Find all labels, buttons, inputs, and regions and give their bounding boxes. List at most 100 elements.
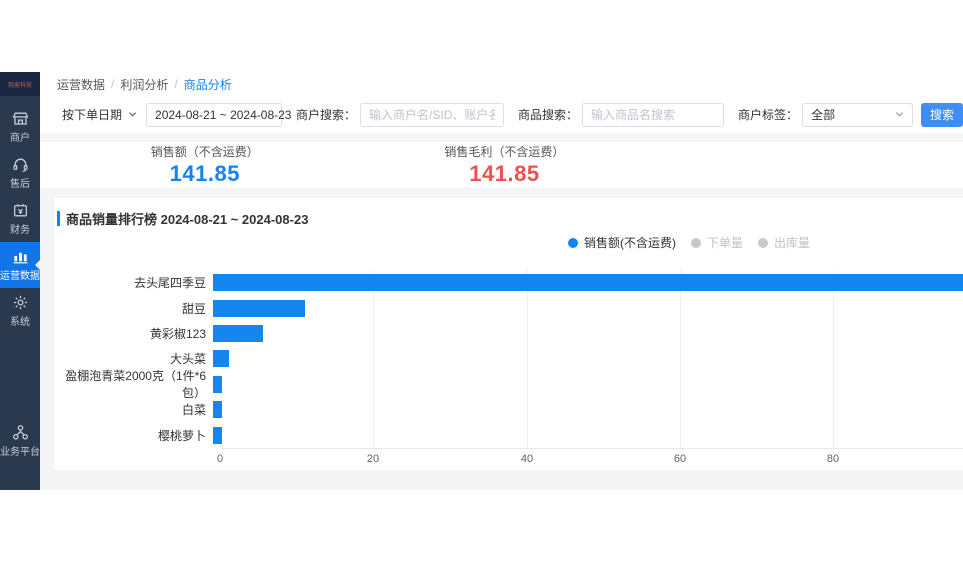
sidebar-item-merchant[interactable]: 商户 xyxy=(0,104,40,150)
chevron-down-icon xyxy=(895,110,904,119)
chart-row: 甜豆 xyxy=(55,295,963,320)
product-search-input[interactable] xyxy=(591,108,715,122)
chart-title-text: 商品销量排行榜 2024-08-21 ~ 2024-08-23 xyxy=(66,209,308,228)
bar-track xyxy=(213,274,963,291)
legend-item[interactable]: 出库量 xyxy=(758,234,810,251)
main-content: 运营数据 / 利润分析 / 商品分析 按下单日期 2024-08-21 ~ 20… xyxy=(40,72,963,490)
breadcrumb: 运营数据 / 利润分析 / 商品分析 xyxy=(40,72,963,96)
date-range-picker[interactable]: 2024-08-21 ~ 2024-08-23 xyxy=(146,103,282,127)
stats-panel: 销售额（不含运费） 141.85 销售毛利（不含运费） 141.85 xyxy=(40,142,963,188)
legend-dot-icon xyxy=(758,238,768,248)
x-tick-label: 40 xyxy=(521,453,533,465)
headset-icon xyxy=(12,156,29,179)
sidebar-nav: 商户 售后 财务 运营数据 系统 xyxy=(0,96,40,334)
app-logo: 观麦科技 xyxy=(0,72,40,96)
category-label: 大头菜 xyxy=(55,350,213,367)
bar-chart-plot: 去头尾四季豆甜豆黄彩椒123大头菜盈棚泡青菜2000克（1件*6包）白菜樱桃萝卜… xyxy=(55,270,963,468)
date-type-label: 按下单日期 xyxy=(62,106,122,123)
bar[interactable] xyxy=(213,376,222,393)
bar-track xyxy=(213,401,963,418)
sidebar-item-system[interactable]: 系统 xyxy=(0,288,40,334)
legend-item[interactable]: 下单量 xyxy=(691,234,743,251)
title-accent-bar xyxy=(57,211,60,226)
bar[interactable] xyxy=(213,401,222,418)
category-label: 去头尾四季豆 xyxy=(55,274,213,291)
product-ranking-chart-card: 商品销量排行榜 2024-08-21 ~ 2024-08-23 销售额(不含运费… xyxy=(55,198,963,470)
filter-bar: 按下单日期 2024-08-21 ~ 2024-08-23 商户搜索： 商品搜索… xyxy=(40,96,963,133)
stat-gross-profit: 销售毛利（不含运费） 141.85 xyxy=(355,142,655,188)
sidebar: 观麦科技 商户 售后 财务 运营数据 系统 xyxy=(0,72,40,490)
category-label: 白菜 xyxy=(55,401,213,418)
org-icon xyxy=(12,424,29,447)
merchant-tag-select[interactable]: 全部 xyxy=(802,103,913,127)
bar-track xyxy=(213,350,963,367)
bar-track xyxy=(213,427,963,444)
legend-item[interactable]: 销售额(不含运费) xyxy=(568,234,676,251)
sidebar-item-finance[interactable]: 财务 xyxy=(0,196,40,242)
bar[interactable] xyxy=(213,300,305,317)
sidebar-item-aftersales[interactable]: 售后 xyxy=(0,150,40,196)
breadcrumb-separator: / xyxy=(174,77,177,91)
chart-row: 黄彩椒123 xyxy=(55,321,963,346)
chart-row: 樱桃萝卜 xyxy=(55,422,963,447)
bill-icon xyxy=(12,202,29,225)
shop-icon xyxy=(12,110,29,133)
x-tick-label: 60 xyxy=(674,453,686,465)
bar[interactable] xyxy=(213,350,229,367)
legend-label: 下单量 xyxy=(707,234,743,251)
bar[interactable] xyxy=(213,325,263,342)
category-label: 盈棚泡青菜2000克（1件*6包） xyxy=(55,367,213,401)
date-type-dropdown[interactable]: 按下单日期 xyxy=(62,106,137,123)
bar-chart-icon xyxy=(12,248,29,271)
stat-sales-amount: 销售额（不含运费） 141.85 xyxy=(55,142,355,188)
sidebar-item-business-platform[interactable]: 业务平台 xyxy=(0,418,40,464)
legend-label: 销售额(不含运费) xyxy=(584,234,676,251)
sidebar-item-label: 商户 xyxy=(10,133,30,144)
product-search-label: 商品搜索： xyxy=(518,106,578,123)
legend-dot-icon xyxy=(691,238,701,248)
chevron-down-icon xyxy=(128,110,137,119)
breadcrumb-item[interactable]: 利润分析 xyxy=(120,76,168,93)
bar[interactable] xyxy=(213,427,222,444)
x-axis-line xyxy=(220,448,963,449)
sidebar-item-label: 业务平台 xyxy=(0,447,40,458)
stat-label: 销售毛利（不含运费） xyxy=(444,143,564,160)
gear-icon xyxy=(12,294,29,317)
stat-value: 141.85 xyxy=(469,161,539,187)
breadcrumb-item[interactable]: 运营数据 xyxy=(57,76,105,93)
app-window: 观麦科技 商户 售后 财务 运营数据 系统 xyxy=(0,72,963,490)
search-button[interactable]: 搜索 xyxy=(921,103,963,127)
bar[interactable] xyxy=(213,274,963,291)
date-range-value: 2024-08-21 ~ 2024-08-23 xyxy=(155,108,291,122)
bar-track xyxy=(213,325,963,342)
sidebar-item-label: 运营数据 xyxy=(0,271,40,282)
chart-row: 盈棚泡青菜2000克（1件*6包） xyxy=(55,372,963,397)
bar-track xyxy=(213,376,963,393)
chart-title: 商品销量排行榜 2024-08-21 ~ 2024-08-23 xyxy=(57,209,308,228)
breadcrumb-item-current: 商品分析 xyxy=(184,76,232,93)
merchant-search-label: 商户搜索： xyxy=(296,106,356,123)
merchant-tag-value: 全部 xyxy=(811,106,835,123)
category-label: 樱桃萝卜 xyxy=(55,427,213,444)
x-tick-label: 80 xyxy=(827,453,839,465)
x-tick-label: 20 xyxy=(367,453,379,465)
breadcrumb-separator: / xyxy=(111,77,114,91)
sidebar-item-label: 系统 xyxy=(10,317,30,328)
merchant-search-input[interactable] xyxy=(369,108,495,122)
x-tick-label: 0 xyxy=(217,453,223,465)
chart-row: 白菜 xyxy=(55,397,963,422)
stat-label: 销售额（不含运费） xyxy=(151,143,259,160)
sidebar-item-operations-data[interactable]: 运营数据 xyxy=(0,242,40,288)
chart-legend: 销售额(不含运费) 下单量 出库量 xyxy=(568,234,825,251)
bar-track xyxy=(213,300,963,317)
merchant-tag-label: 商户标签： xyxy=(738,106,798,123)
chart-rows: 去头尾四季豆甜豆黄彩椒123大头菜盈棚泡青菜2000克（1件*6包）白菜樱桃萝卜 xyxy=(55,270,963,448)
x-axis-ticks: 0 20 40 60 80 xyxy=(220,453,963,467)
category-label: 甜豆 xyxy=(55,300,213,317)
legend-label: 出库量 xyxy=(774,234,810,251)
sidebar-item-label: 财务 xyxy=(10,225,30,236)
chart-row: 去头尾四季豆 xyxy=(55,270,963,295)
sidebar-item-label: 售后 xyxy=(10,179,30,190)
legend-dot-icon xyxy=(568,238,578,248)
stat-value: 141.85 xyxy=(170,161,240,187)
